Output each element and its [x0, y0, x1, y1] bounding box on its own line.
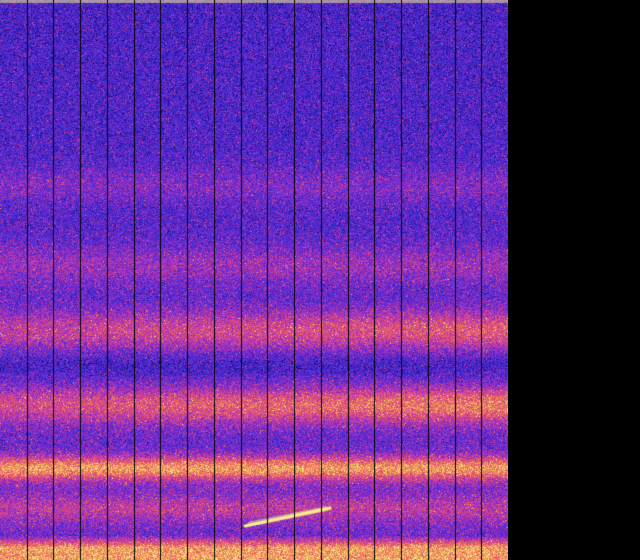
- spectrogram-view: [0, 0, 640, 560]
- empty-side-panel: [508, 0, 640, 560]
- spectrogram-plot: [0, 0, 508, 560]
